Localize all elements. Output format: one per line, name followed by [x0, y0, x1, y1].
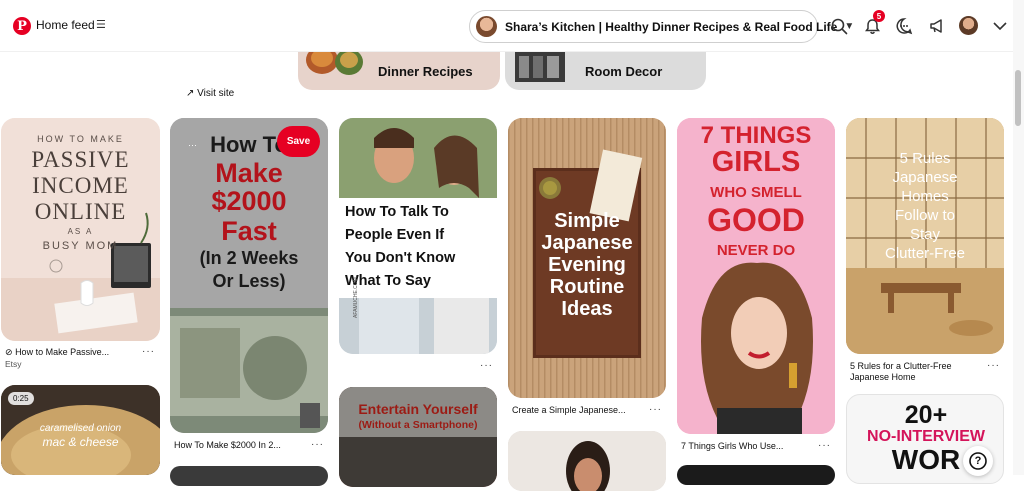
notifications-bell-icon[interactable]: 5 [860, 10, 885, 38]
pin-make-money[interactable]: How To Make $2000 Fast (In 2 Weeks Or Le… [170, 118, 328, 433]
pin-caption[interactable]: 7 Things Girls Who Use... [681, 441, 783, 451]
board-card-dinner-recipes[interactable]: Dinner Recipes [298, 52, 500, 90]
pin-art-text: Stay [909, 226, 940, 243]
pin-caption[interactable]: 5 Rules for a Clutter-Free [850, 361, 952, 371]
pin-art-text: WHO SMELL [710, 184, 802, 201]
pin-caption-line-2: Japanese Home [850, 372, 916, 382]
tag-icon: ⊘ [5, 347, 13, 357]
more-options-icon[interactable]: ··· [480, 360, 493, 371]
more-options-icon[interactable]: ··· [188, 140, 197, 150]
pin-talk-to-people[interactable]: How To Talk To People Even If You Don't … [339, 118, 497, 354]
home-feed-label[interactable]: Home feed [36, 18, 95, 32]
pin-art-text: 5 Rules [899, 150, 951, 167]
save-button[interactable]: Save [277, 126, 320, 157]
pin-art-text: mac & cheese [42, 435, 119, 449]
pin-portrait[interactable] [508, 431, 666, 491]
pin-art-text: INCOME [32, 173, 129, 198]
more-options-icon[interactable]: ··· [987, 360, 1000, 371]
pin-art-text: AS A [67, 227, 94, 236]
help-label: ? [974, 455, 982, 467]
pin-art-text: How To Talk To [345, 204, 449, 220]
board-title: Shara’s Kitchen | Healthy Dinner Recipes… [505, 19, 838, 34]
board-name: Room Decor [585, 63, 663, 79]
pin-clutter-free[interactable]: 5 Rules Japanese Homes Follow to Stay Cl… [846, 118, 1004, 354]
pin-caption-text: How to Make Passive... [15, 347, 110, 357]
pin-art-text: Fast [221, 216, 277, 246]
visit-site-link[interactable]: ↗ Visit site [186, 88, 234, 99]
pin-watermark: AFAMUCHE.COM [353, 277, 359, 318]
pin-caption[interactable]: ⊘ How to Make Passive... [5, 347, 109, 358]
menu-icon[interactable]: ☰ [96, 18, 106, 31]
pin-partial[interactable] [677, 465, 835, 485]
pin-seven-things[interactable]: 7 THINGS GIRLS WHO SMELL GOOD NEVER DO [677, 118, 835, 434]
pin-art-text: BUSY MOM [42, 240, 119, 252]
pin-partial[interactable] [170, 466, 328, 486]
messages-icon[interactable] [892, 14, 916, 38]
more-options-icon[interactable]: ··· [142, 346, 155, 357]
pin-art-text: (In 2 Weeks [199, 248, 299, 268]
pin-art-text: Follow to [894, 207, 956, 224]
more-options-icon[interactable]: ··· [311, 439, 324, 450]
pin-art-text: Japanese [892, 169, 958, 186]
pin-art-text: ONLINE [34, 199, 127, 224]
pin-caption[interactable]: Create a Simple Japanese... [512, 405, 626, 415]
pin-japanese-routine[interactable]: Simple Japanese Evening Routine Ideas [508, 118, 666, 398]
more-options-icon[interactable]: ··· [649, 404, 662, 415]
board-selector[interactable]: Shara’s Kitchen | Healthy Dinner Recipes… [469, 10, 854, 43]
top-bar: P Home feed ☰ Shara’s Kitchen | Healthy … [0, 0, 1024, 52]
help-button[interactable]: ? [963, 446, 993, 476]
pin-art-text: HOW TO MAKE [37, 134, 124, 144]
pin-art-text: GIRLS [711, 146, 801, 178]
pin-art-text: $2000 [211, 186, 287, 216]
board-thumbnail [304, 52, 364, 90]
pin-image [508, 431, 666, 491]
megaphone-icon[interactable] [925, 14, 949, 38]
account-chevron-down-icon[interactable] [988, 14, 1012, 38]
pin-art-text: Or Less) [212, 271, 286, 291]
more-options-icon[interactable]: ··· [818, 440, 831, 451]
pin-mac-cheese[interactable]: 0:25 caramelised onion mac & cheese [1, 385, 160, 475]
pin-art-text: Clutter-Free [884, 245, 966, 262]
pin-passive-income[interactable]: HOW TO MAKE PASSIVE INCOME ONLINE AS A B… [1, 118, 160, 341]
pin-art-text: People Even If [345, 227, 445, 243]
pin-art-text: Evening [548, 254, 626, 276]
visit-site-label: Visit site [197, 88, 235, 99]
pin-art-text: 20+ [904, 401, 948, 429]
pin-source: Etsy [5, 359, 22, 369]
board-thumbnail [511, 52, 571, 90]
pin-art-text: PASSIVE [31, 147, 130, 172]
pin-art-text: Simple [554, 210, 620, 232]
pin-art-text: caramelised onion [39, 423, 122, 434]
pin-art-text: You Don't Know [345, 250, 456, 266]
pin-art-text: Routine [549, 276, 625, 298]
profile-avatar[interactable] [959, 16, 978, 35]
scrollbar[interactable] [1013, 0, 1024, 475]
pin-art-text: (Without a Smartphone) [358, 419, 478, 431]
pin-art-text: Entertain Yourself [358, 401, 478, 417]
board-name: Dinner Recipes [378, 63, 473, 79]
board-card-room-decor[interactable]: Room Decor [505, 52, 706, 90]
pin-caption[interactable]: How To Make $2000 In 2... [174, 440, 281, 450]
pinterest-logo[interactable]: P [13, 17, 31, 35]
board-avatar [476, 16, 497, 37]
arrow-up-right-icon: ↗ [186, 88, 195, 99]
pin-entertain-yourself[interactable]: Entertain Yourself (Without a Smartphone… [339, 387, 497, 487]
scrollbar-thumb[interactable] [1015, 70, 1021, 126]
pin-art-text: Homes [901, 188, 949, 205]
video-duration: 0:25 [8, 392, 34, 405]
pin-art-text: NEVER DO [716, 242, 796, 259]
pin-art-text: GOOD [707, 202, 805, 238]
pin-art-text: Ideas [561, 298, 613, 320]
pin-art-text: Japanese [541, 232, 633, 254]
notification-badge: 5 [873, 10, 885, 22]
search-icon[interactable] [827, 14, 851, 38]
pin-art-text: Make [215, 158, 283, 188]
